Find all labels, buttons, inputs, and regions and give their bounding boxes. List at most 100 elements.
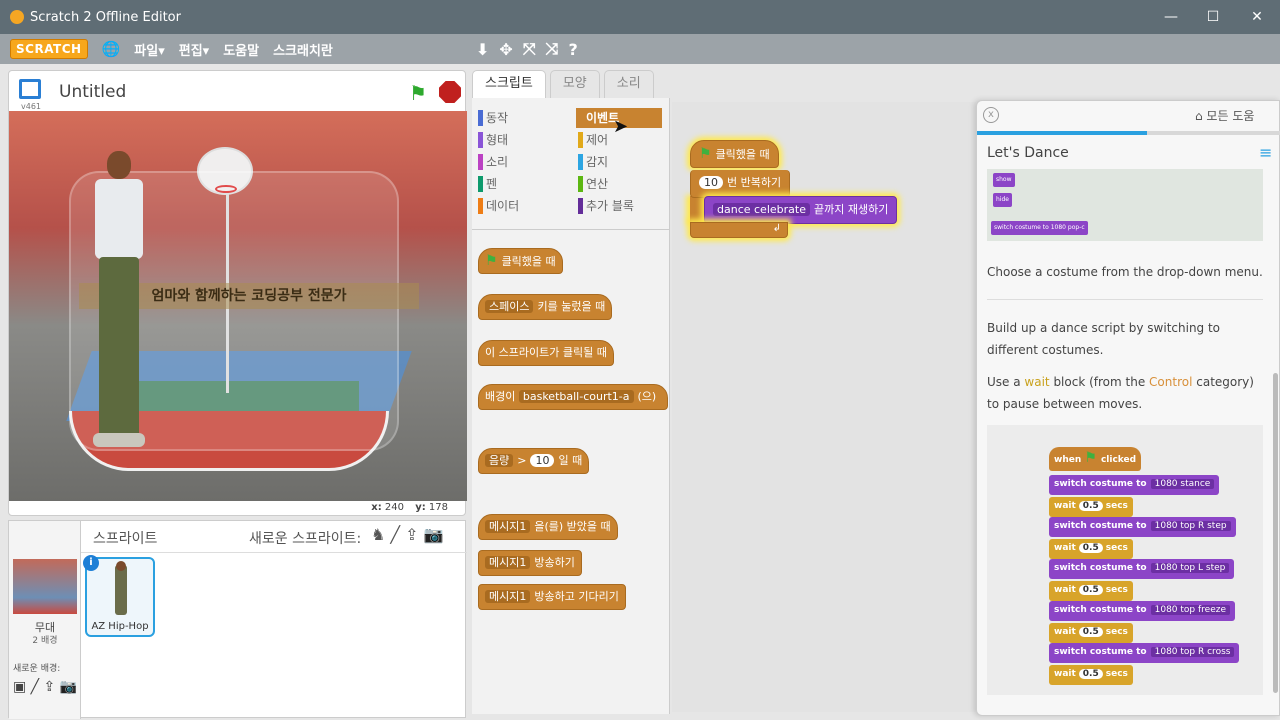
category-pen[interactable]: 펜 (476, 174, 566, 194)
sprite-figure (115, 561, 127, 615)
sound-dropdown[interactable]: dance celebrate (713, 203, 810, 216)
tips-divider (987, 299, 1263, 300)
dancer-sprite[interactable] (89, 151, 149, 451)
close-icon[interactable]: x (983, 107, 999, 123)
category-label: 소리 (486, 155, 509, 169)
wait-value: 0.5 (1078, 669, 1103, 679)
when-loudness-block[interactable]: 음량 >10 일 때 (478, 448, 590, 474)
sprite-thumbnail[interactable]: i AZ Hip-Hop (83, 555, 155, 637)
backdrop-count: 2 배경 (32, 636, 58, 646)
menu-file[interactable]: 파일▾ (134, 40, 164, 59)
message-dropdown[interactable]: 메시지1 (485, 556, 531, 569)
block-text: 을(를) 받았을 때 (534, 520, 611, 533)
tips-home-button[interactable]: ⌂ 모든 도움 (1195, 107, 1254, 124)
ex-wait-block: wait 0.5 secs (1049, 539, 1133, 559)
block-text: when (1054, 455, 1082, 465)
mouse-coordinates: x: 240 y: 178 (8, 502, 466, 518)
green-flag-icon: ⚑ (485, 253, 498, 269)
block-text: switch costume to (1054, 605, 1147, 615)
when-flag-clicked-block[interactable]: ⚑ 클릭했을 때 (478, 248, 563, 274)
tips-scrollbar[interactable] (1273, 373, 1278, 693)
costume-dropdown: 1080 top L step (1150, 563, 1230, 573)
wait-value: 0.5 (1078, 501, 1103, 511)
menu-help[interactable]: 도움말 (223, 40, 259, 59)
language-globe-icon[interactable]: 🌐 (102, 40, 121, 58)
tab-costumes[interactable]: 모양 (549, 70, 600, 98)
delete-cut-icon[interactable]: ✥ (499, 40, 512, 59)
message-dropdown[interactable]: 메시지1 (485, 520, 531, 533)
block-text: secs (1105, 543, 1128, 553)
block-help-icon[interactable]: ? (568, 40, 577, 59)
category-list: 동작 이벤트 형태 제어 소리 감지 펜 연산 데이터 추가 블록 (472, 104, 669, 230)
new-backdrop-icons[interactable]: ▣ ╱ ⇪ 📷 (13, 679, 77, 695)
category-label: 제어 (586, 133, 609, 147)
scratch-logo[interactable]: SCRATCH (10, 39, 88, 59)
block-text: 방송하고 기다리기 (534, 590, 619, 603)
when-receive-block[interactable]: 메시지1 을(를) 받았을 때 (478, 514, 618, 540)
y-value: 178 (428, 502, 448, 513)
stop-sign-icon[interactable] (439, 81, 461, 103)
block-text: secs (1105, 585, 1128, 595)
duplicate-stamp-icon[interactable]: ⬇ (476, 40, 489, 59)
window-title: Scratch 2 Offline Editor (30, 9, 181, 25)
broadcast-block[interactable]: 메시지1 방송하기 (478, 550, 582, 576)
when-sprite-clicked-block[interactable]: 이 스프라이트가 클릭될 때 (478, 340, 614, 366)
block-text: (으) (637, 390, 657, 403)
minimize-button[interactable]: — (1148, 0, 1194, 34)
costume-dropdown: 1080 top R cross (1150, 647, 1235, 657)
category-color-bar (578, 198, 583, 214)
message-dropdown[interactable]: 메시지1 (485, 590, 531, 603)
ex-switch-block: switch costume to 1080 stance (1049, 475, 1220, 495)
category-sound[interactable]: 소리 (476, 152, 566, 172)
category-more-blocks[interactable]: 추가 블록 (576, 196, 662, 216)
stage-thumbnail[interactable] (13, 559, 77, 614)
menu-edit[interactable]: 편집▾ (179, 40, 209, 59)
dancer-shoes (93, 433, 145, 447)
close-button[interactable]: ✕ (1234, 0, 1280, 34)
category-label: 데이터 (486, 199, 520, 213)
category-operators[interactable]: 연산 (576, 174, 662, 194)
block-text: wait (1054, 585, 1076, 595)
maximize-button[interactable]: ☐ (1190, 0, 1236, 34)
grow-icon[interactable]: ⤧ (523, 39, 536, 59)
shrink-icon[interactable]: ⤨ (546, 39, 559, 59)
broadcast-and-wait-block[interactable]: 메시지1 방송하고 기다리기 (478, 584, 626, 610)
tab-scripts[interactable]: 스크립트 (472, 70, 546, 98)
info-icon[interactable]: i (83, 555, 99, 571)
block-text: 일 때 (558, 454, 583, 467)
when-key-pressed-block[interactable]: 스페이스 키를 눌렀을 때 (478, 294, 613, 320)
fullscreen-icon[interactable] (19, 79, 41, 99)
block-text: switch costume to (1054, 479, 1147, 489)
sprites-title: 스프라이트 (93, 531, 158, 547)
new-sprite-icons[interactable]: ♞ ╱ ⇪ 📷 (371, 525, 444, 544)
category-color-bar (478, 110, 483, 126)
category-color-bar (478, 198, 483, 214)
stage-canvas[interactable]: 엄마와 함께하는 코딩공부 전문가 (9, 111, 467, 501)
green-flag-icon[interactable]: ⚑ (409, 81, 427, 105)
when-backdrop-switches-block[interactable]: 배경이 basketball-court1-a (으) (478, 384, 668, 410)
category-label: 형태 (486, 133, 509, 147)
project-title[interactable]: Untitled (59, 82, 126, 102)
block-text: wait (1054, 501, 1076, 511)
new-sprite-label: 새로운 스프라이트: (249, 531, 362, 547)
block-text: switch costume to (1054, 647, 1147, 657)
category-color-bar (478, 154, 483, 170)
menu-icon[interactable]: ≡ (1259, 143, 1272, 162)
key-dropdown[interactable]: 스페이스 (485, 300, 534, 313)
category-sensing[interactable]: 감지 (576, 152, 662, 172)
backdrop-dropdown[interactable]: basketball-court1-a (518, 390, 634, 403)
category-looks[interactable]: 형태 (476, 130, 566, 150)
loudness-value-input[interactable]: 10 (530, 454, 555, 467)
category-label: 감지 (586, 155, 609, 169)
tab-sounds[interactable]: 소리 (603, 70, 654, 98)
script-repeat-block[interactable]: 10 번 반복하기 (690, 170, 791, 198)
loudness-dropdown[interactable]: 음량 (485, 454, 514, 467)
category-motion[interactable]: 동작 (476, 108, 566, 128)
mini-show-block: show (993, 173, 1015, 187)
menu-about[interactable]: 스크래치란 (273, 40, 333, 59)
block-text: 키를 눌렀을 때 (537, 300, 606, 313)
script-when-flag-block[interactable]: ⚑ 클릭했을 때 (690, 140, 779, 168)
category-data[interactable]: 데이터 (476, 196, 566, 216)
script-play-sound-until-done-block[interactable]: dance celebrate 끝까지 재생하기 (704, 196, 898, 224)
repeat-count-input[interactable]: 10 (699, 176, 723, 189)
